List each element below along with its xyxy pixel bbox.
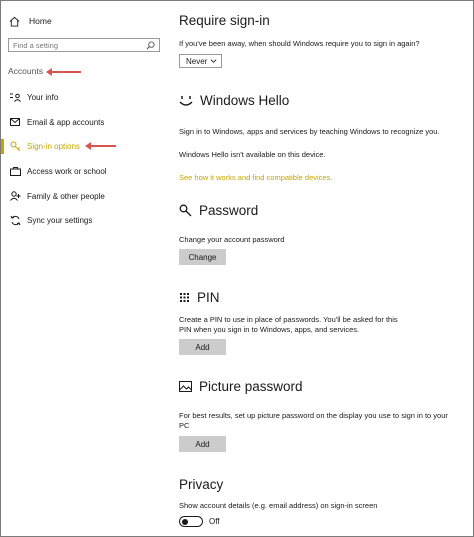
your-info-icon [9, 91, 21, 103]
home-nav-item[interactable]: Home [9, 13, 52, 29]
sidebar-item-label: Sync your settings [27, 216, 93, 226]
annotation-arrow-accounts [46, 68, 81, 76]
search-box[interactable] [8, 38, 160, 52]
person-add-icon [9, 190, 21, 202]
picture-password-title: Picture password [199, 379, 303, 394]
windows-hello-title: Windows Hello [200, 93, 290, 108]
privacy-description: Show account details (e.g. email address… [179, 501, 378, 510]
annotation-arrow-sign-in-options [85, 142, 116, 151]
sidebar-item-access-work-school[interactable]: Access work or school [1, 159, 169, 184]
sidebar-item-label: Your info [27, 92, 59, 102]
keypad-icon [179, 292, 190, 304]
home-icon [9, 16, 20, 27]
sidebar-item-family-other-people[interactable]: Family & other people [1, 184, 169, 209]
sidebar-item-label: Access work or school [27, 166, 107, 176]
sidebar: Home Accounts Your info Email & ap [1, 1, 169, 536]
settings-window: Home Accounts Your info Email & ap [0, 0, 474, 537]
sidebar-item-sign-in-options[interactable]: Sign-in options [1, 134, 169, 159]
picture-password-description-line1: For best results, set up picture passwor… [179, 411, 448, 420]
require-signin-dropdown[interactable]: Never [179, 54, 222, 68]
password-description: Change your account password [179, 235, 285, 244]
active-indicator [1, 139, 4, 155]
password-heading: Password [179, 203, 258, 218]
sidebar-nav: Your info Email & app accounts Sign-in o… [1, 85, 169, 233]
picture-password-description-line2: PC [179, 421, 190, 430]
require-signin-question: If you've been away, when should Windows… [179, 39, 420, 48]
pin-heading: PIN [179, 290, 220, 305]
sidebar-item-email-app-accounts[interactable]: Email & app accounts [1, 110, 169, 135]
sync-icon [9, 215, 21, 227]
search-icon[interactable] [146, 41, 155, 50]
windows-hello-link[interactable]: See how it works and find compatible dev… [179, 173, 332, 182]
smiley-icon [179, 95, 193, 107]
pin-title: PIN [197, 290, 220, 305]
windows-hello-unavailable: Windows Hello isn't available on this de… [179, 150, 326, 159]
sidebar-item-your-info[interactable]: Your info [1, 85, 169, 110]
accounts-section-label: Accounts [8, 66, 43, 76]
require-signin-heading: Require sign-in [179, 13, 270, 28]
add-pin-button[interactable]: Add [179, 339, 226, 355]
pin-description-line2: PIN when you sign in to Windows, apps, a… [179, 325, 360, 334]
toggle-state-label: Off [209, 517, 220, 526]
sidebar-item-label: Sign-in options [27, 142, 80, 152]
privacy-heading: Privacy [179, 477, 224, 492]
windows-hello-description: Sign in to Windows, apps and services by… [179, 127, 440, 136]
privacy-toggle[interactable]: Off [179, 516, 220, 527]
pin-description-line1: Create a PIN to use in place of password… [179, 315, 398, 324]
key-icon [9, 141, 21, 153]
sidebar-item-label: Email & app accounts [27, 117, 105, 127]
home-label: Home [29, 16, 52, 26]
sidebar-item-label: Family & other people [27, 191, 105, 201]
key-icon [179, 204, 192, 217]
toggle-knob [182, 518, 188, 525]
add-picture-password-button[interactable]: Add [179, 436, 226, 452]
change-password-button[interactable]: Change [179, 249, 226, 265]
dropdown-value: Never [186, 56, 208, 66]
search-input[interactable] [13, 40, 143, 50]
toggle-switch[interactable] [179, 516, 203, 527]
chevron-down-icon [210, 59, 217, 63]
picture-password-heading: Picture password [179, 379, 303, 394]
password-title: Password [199, 203, 259, 218]
picture-icon [179, 381, 192, 392]
windows-hello-heading: Windows Hello [179, 93, 289, 108]
briefcase-icon [9, 165, 21, 177]
sidebar-item-sync-settings[interactable]: Sync your settings [1, 208, 169, 233]
email-icon [9, 116, 21, 128]
